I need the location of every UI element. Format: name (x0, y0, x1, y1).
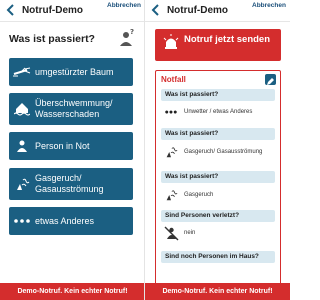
gas-leak-icon (162, 144, 180, 160)
send-emergency-button[interactable]: Notruf jetzt senden (155, 29, 281, 61)
summary-question: Was ist passiert? (161, 171, 275, 183)
dots-icon (9, 207, 35, 235)
gas-leak-icon (9, 170, 35, 198)
question-title: Was ist passiert? (9, 33, 95, 45)
answer-text: nein (184, 229, 196, 236)
summary-title: Notfall (161, 75, 186, 84)
option-fallen-tree-button[interactable]: umgestürzter Baum (9, 58, 133, 86)
top-bar: Notruf-Demo Abbrechen (145, 0, 290, 22)
edit-icon[interactable] (265, 74, 276, 85)
siren-icon (163, 34, 179, 49)
app-title: Notruf-Demo (166, 5, 229, 16)
summary-question: Was ist passiert? (161, 89, 275, 101)
no-injured-icon (162, 225, 180, 241)
answer-text: Unwetter / etwas Anderes (184, 108, 253, 115)
demo-footer: Demo-Notruf. Kein echter Notruf! (0, 283, 145, 300)
option-label: umgestürzter Baum (35, 66, 114, 77)
option-label: Gasgeruch/ Gasausströmung (35, 173, 104, 194)
top-bar: Notruf-Demo Abbrechen (0, 0, 145, 22)
send-label: Notruf jetzt senden (183, 34, 271, 45)
demo-footer: Demo-Notruf. Kein echter Notruf! (145, 283, 290, 300)
option-person-button[interactable]: Person in Not (9, 132, 133, 160)
flood-house-icon (9, 95, 35, 123)
summary-answer: Gasgeruch (162, 187, 274, 203)
left-screen: Notruf-Demo Abbrechen Was ist passiert? … (0, 0, 145, 300)
cancel-button[interactable]: Abbrechen (252, 2, 286, 10)
person-icon (9, 132, 35, 160)
svg-text:?: ? (130, 28, 134, 36)
option-gas-button[interactable]: Gasgeruch/ Gasausströmung (9, 168, 133, 200)
option-flood-button[interactable]: Überschwemmung/ Wasserschaden (9, 93, 133, 125)
option-label: Person in Not (35, 140, 90, 151)
help-person-icon[interactable]: ? (116, 28, 136, 48)
option-label: etwas Anderes (35, 215, 95, 226)
gas-leak-icon (162, 187, 180, 203)
summary-question: Sind noch Personen im Haus? (161, 251, 275, 263)
cancel-button[interactable]: Abbrechen (107, 2, 141, 10)
option-label: Überschwemmung/ Wasserschaden (35, 98, 113, 119)
emergency-summary: Notfall Was ist passiert? ●●● Unwetter /… (155, 70, 281, 285)
app-title: Notruf-Demo (21, 5, 84, 16)
summary-question: Was ist passiert? (161, 128, 275, 140)
option-other-button[interactable]: etwas Anderes (9, 207, 133, 235)
summary-question: Sind Personen verletzt? (161, 210, 275, 222)
summary-answer: Gasgeruch/ Gasausströmung (162, 144, 274, 160)
answer-text: Gasgeruch/ Gasausströmung (184, 148, 263, 155)
dots-icon: ●●● (164, 108, 178, 116)
summary-answer: ●●● Unwetter / etwas Anderes (162, 104, 274, 120)
fallen-tree-icon (9, 58, 35, 86)
right-screen: Notruf-Demo Abbrechen Notruf jetzt sende… (145, 0, 290, 300)
answer-text: Gasgeruch (184, 191, 214, 198)
summary-answer: nein (162, 225, 274, 241)
